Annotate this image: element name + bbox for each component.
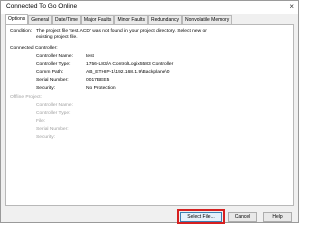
offline-field-label: Controller Name: [36, 103, 73, 108]
tab-nonvolatile-memory[interactable]: Nonvolatile Memory [182, 15, 233, 24]
highlight-box [177, 209, 225, 224]
tab-options[interactable]: Options [5, 14, 29, 24]
tab-strip: Options General Date/Time Major Faults M… [5, 14, 233, 24]
offline-field-label: Security: [36, 135, 56, 140]
controller-type-value: 1756-L83/A ControlLogix5583 Controller [86, 62, 174, 67]
field-label: Comm Path: [36, 70, 64, 75]
field-label: Security: [36, 86, 56, 91]
condition-text-line2: existing project file. [36, 35, 78, 40]
tab-major-faults[interactable]: Major Faults [80, 15, 115, 24]
offline-field-label: Controller Type: [36, 111, 71, 116]
serial-number-value: 0017BEE5 [86, 78, 110, 83]
tab-general[interactable]: General [28, 15, 53, 24]
dialog-window: Connected To Go Online × Options General… [0, 0, 299, 224]
comm-path-value: AB_ETHIP-1\192.168.1.9\Backplane\0 [86, 70, 170, 75]
field-label: Serial Number: [36, 78, 69, 83]
security-value: No Protection [86, 86, 116, 91]
field-label: Controller Name: [36, 54, 73, 59]
offline-field-label: Serial Number: [36, 127, 69, 132]
close-icon[interactable]: × [289, 2, 294, 12]
offline-field-label: File: [36, 119, 46, 124]
controller-name-value: test [86, 54, 94, 59]
field-label: Controller Type: [36, 62, 71, 67]
condition-label: Condition: [10, 29, 33, 34]
tab-redundancy[interactable]: Redundancy [147, 15, 183, 24]
help-button[interactable]: Help [263, 212, 292, 222]
cancel-button[interactable]: Cancel [228, 212, 257, 222]
window-title: Connected To Go Online [6, 3, 78, 10]
tab-minor-faults[interactable]: Minor Faults [114, 15, 148, 24]
offline-project-heading: Offline Project: [10, 95, 42, 100]
options-panel: Condition: The project file 'test.ACD' w… [5, 24, 294, 206]
title-bar: Connected To Go Online × [1, 1, 298, 14]
connected-controller-heading: Connected Controller: [10, 46, 58, 51]
tab-date-time[interactable]: Date/Time [52, 15, 81, 24]
